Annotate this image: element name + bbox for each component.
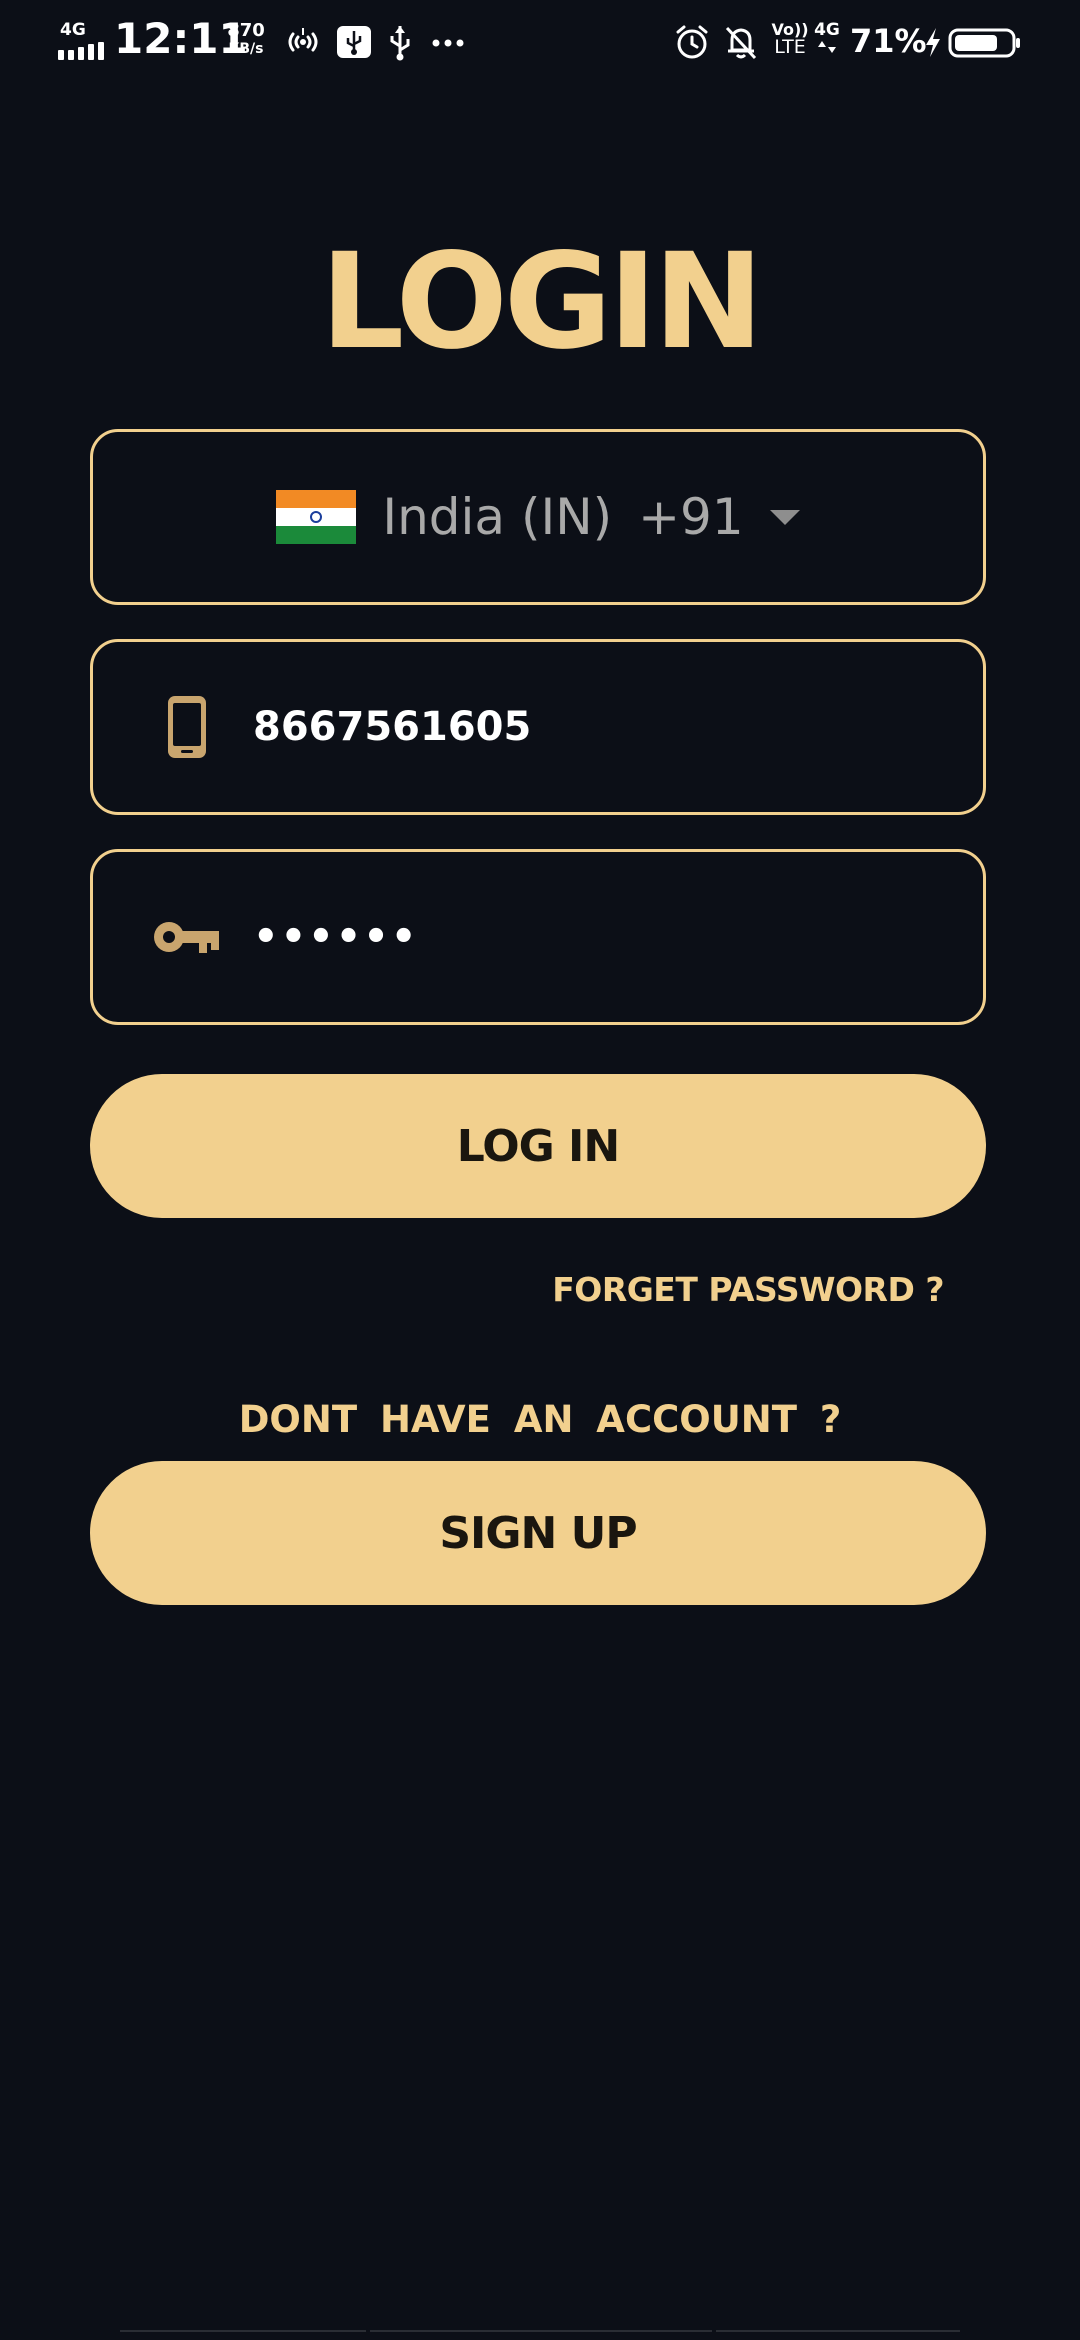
country-code: +91 — [638, 488, 744, 546]
cellular-signal-icon: 4G — [58, 20, 106, 60]
bottom-divider — [370, 2330, 712, 2332]
phone-number-field[interactable]: 8667561605 — [90, 639, 986, 815]
country-name: India (IN) — [382, 488, 613, 546]
signup-button[interactable]: SIGN UP — [90, 1461, 986, 1605]
usb-debugging-icon — [337, 26, 371, 58]
more-notifications-icon — [432, 39, 464, 47]
mobile-data-indicator: 4G — [812, 22, 842, 58]
network-speed-value: 870 — [227, 20, 265, 41]
login-button-label: LOG IN — [456, 1120, 621, 1172]
volte-indicator: Vo)) LTE — [768, 22, 812, 57]
signup-button-label: SIGN UP — [439, 1507, 637, 1559]
country-picker[interactable]: India (IN) +91 — [90, 429, 986, 605]
dropdown-arrow-icon — [769, 509, 800, 525]
volte-label-bottom: LTE — [774, 36, 806, 58]
forget-password-link[interactable]: FORGET PASSWORD ? — [552, 1270, 944, 1309]
smartphone-icon — [168, 696, 206, 758]
bottom-divider — [120, 2330, 366, 2332]
data-arrows-icon — [818, 41, 836, 53]
no-account-prompt: DONT HAVE AN ACCOUNT ? — [238, 1398, 842, 1441]
hotspot-icon — [288, 28, 318, 52]
mute-bell-icon — [725, 26, 757, 60]
phone-number-input[interactable]: 8667561605 — [253, 642, 531, 812]
page-title: LOGIN — [320, 225, 764, 379]
india-flag-icon — [276, 490, 357, 544]
password-input[interactable]: •••••• — [253, 852, 418, 1022]
bottom-divider — [716, 2330, 960, 2332]
alarm-icon — [676, 25, 708, 59]
usb-icon — [390, 26, 410, 61]
charging-icon — [926, 28, 940, 57]
network-speed: 870 KB/s — [224, 20, 268, 57]
mobile-data-label: 4G — [814, 20, 840, 40]
network-type-label: 4G — [60, 20, 86, 40]
key-icon — [154, 922, 219, 953]
password-field[interactable]: •••••• — [90, 849, 986, 1025]
battery-icon — [948, 28, 1020, 58]
login-button[interactable]: LOG IN — [90, 1074, 986, 1218]
battery-percentage: 71% — [850, 22, 927, 60]
network-speed-unit: KB/s — [228, 41, 264, 57]
status-bar: 4G 12:11 870 KB/s Vo)) LTE 4G 71% — [0, 0, 1080, 84]
